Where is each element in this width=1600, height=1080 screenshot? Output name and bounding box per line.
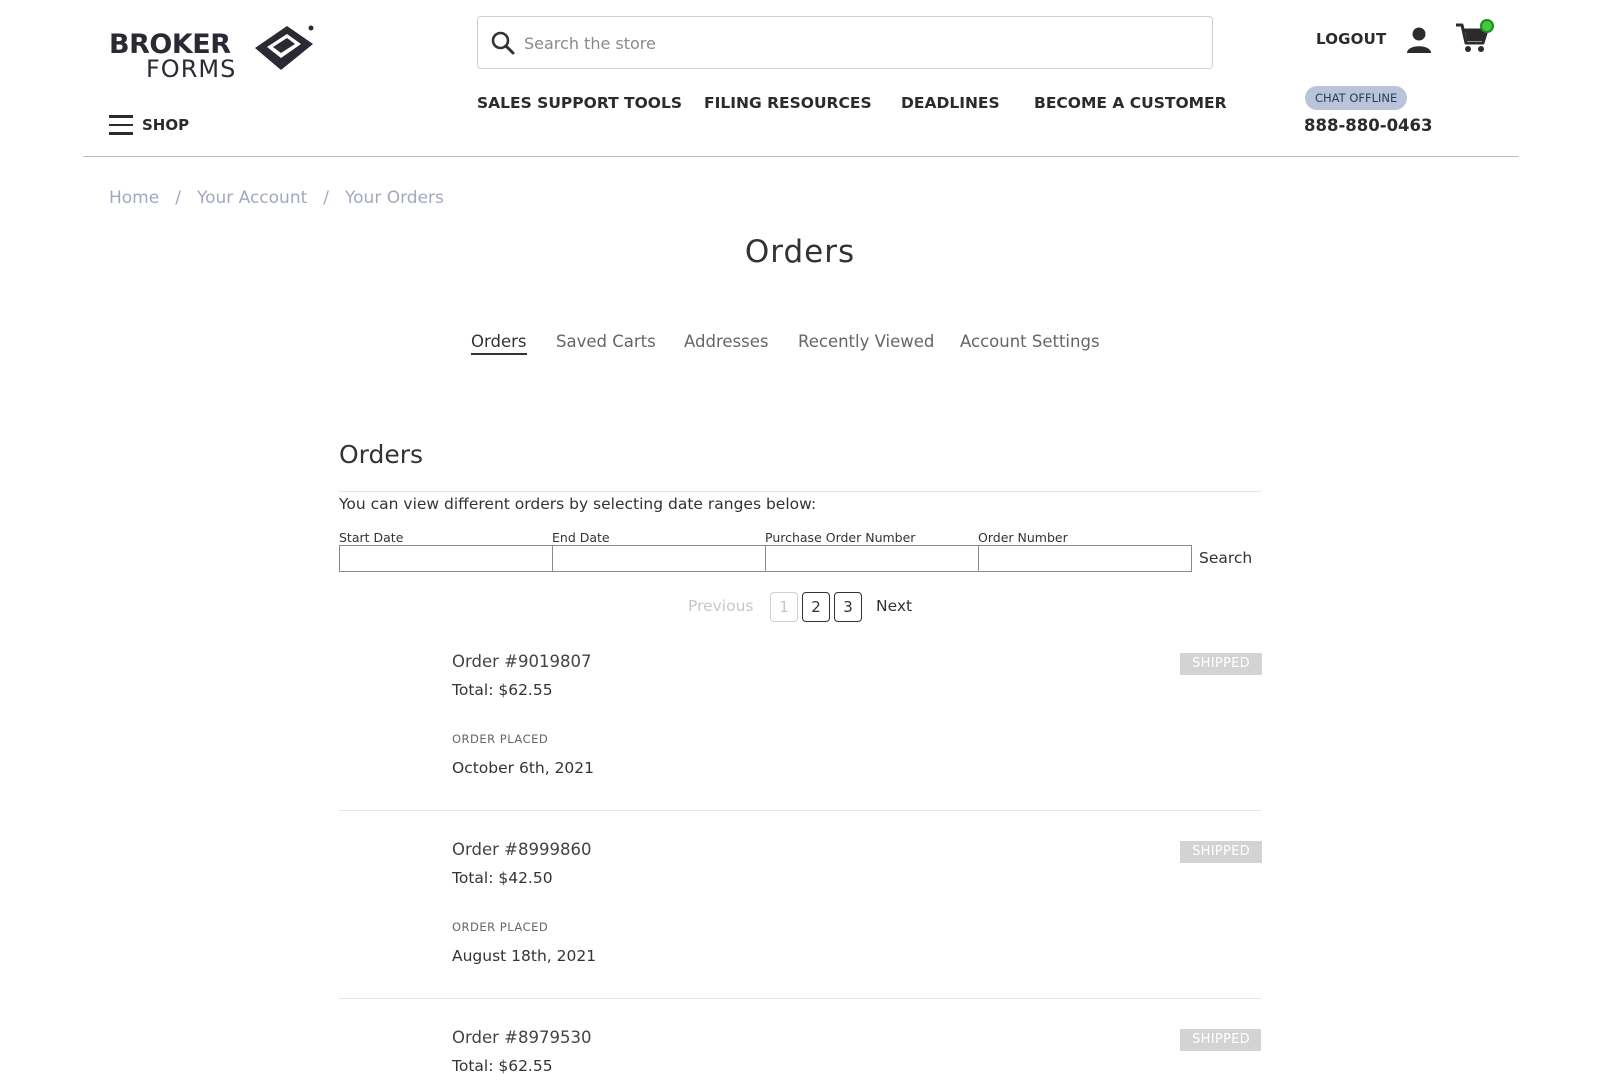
cart-status-dot — [1480, 19, 1494, 33]
nav-deadlines[interactable]: DEADLINES — [901, 94, 1000, 112]
order-placed-date: October 6th, 2021 — [452, 759, 595, 777]
orders-intro-text: You can view different orders by selecti… — [339, 495, 817, 513]
order-list-item[interactable]: Order #9019807 Total: $62.55 ORDER PLACE… — [339, 652, 1262, 812]
phone-number[interactable]: 888-880-0463 — [1304, 116, 1433, 135]
end-date-field[interactable] — [552, 545, 766, 572]
order-divider — [339, 810, 1261, 811]
pagination-page-2[interactable]: 2 — [802, 592, 830, 622]
order-number-field[interactable] — [978, 545, 1192, 572]
nav-become-a-customer[interactable]: BECOME A CUSTOMER — [1034, 94, 1227, 112]
chat-status-badge[interactable]: CHAT OFFLINE — [1305, 86, 1408, 110]
order-number[interactable]: Order #8999860 — [452, 840, 591, 859]
tab-addresses[interactable]: Addresses — [684, 332, 768, 351]
shop-menu-link[interactable]: SHOP — [142, 116, 189, 134]
tab-account-settings[interactable]: Account Settings — [960, 332, 1100, 351]
order-placed-date: August 18th, 2021 — [452, 947, 597, 965]
order-total: Total: $42.50 — [452, 869, 553, 887]
header-divider — [83, 156, 1519, 157]
breadcrumb: Home / Your Account / Your Orders — [109, 188, 444, 208]
breadcrumb-separator: / — [323, 188, 330, 208]
order-number-label: Order Number — [978, 530, 1068, 545]
order-number[interactable]: Order #8979530 — [452, 1028, 591, 1047]
end-date-label: End Date — [552, 530, 610, 545]
order-number[interactable]: Order #9019807 — [452, 652, 591, 671]
store-search — [477, 16, 1213, 69]
broker-forms-logo[interactable]: BROKER FORMS — [109, 22, 314, 86]
hamburger-menu-icon[interactable] — [109, 115, 133, 135]
po-number-label: Purchase Order Number — [765, 530, 916, 545]
order-status-badge: SHIPPED — [1180, 841, 1262, 863]
po-number-field[interactable] — [765, 545, 979, 572]
nav-sales-support-tools[interactable]: SALES SUPPORT TOOLS — [477, 94, 682, 112]
tab-saved-carts[interactable]: Saved Carts — [556, 332, 656, 351]
logo-text-forms: FORMS — [146, 55, 237, 83]
orders-divider — [339, 491, 1261, 492]
order-status-badge: SHIPPED — [1180, 653, 1262, 675]
filter-search-button[interactable]: Search — [1199, 549, 1252, 567]
order-list-item[interactable]: Order #8979530 Total: $62.55 SHIPPED — [339, 1028, 1261, 1080]
tab-orders[interactable]: Orders — [471, 332, 527, 355]
pagination-previous: Previous — [688, 597, 754, 615]
breadcrumb-separator: / — [175, 188, 181, 208]
tab-recently-viewed[interactable]: Recently Viewed — [798, 332, 934, 351]
order-list-item[interactable]: Order #8999860 Total: $42.50 ORDER PLACE… — [339, 840, 1262, 1000]
order-placed-label: ORDER PLACED — [452, 732, 549, 746]
start-date-label: Start Date — [339, 530, 404, 545]
start-date-field[interactable] — [339, 545, 553, 572]
logout-link[interactable]: LOGOUT — [1316, 30, 1386, 48]
pagination-page-1: 1 — [770, 592, 798, 622]
order-total: Total: $62.55 — [452, 681, 553, 699]
pagination-next[interactable]: Next — [876, 597, 912, 615]
order-status-badge: SHIPPED — [1180, 1029, 1261, 1051]
nav-filing-resources[interactable]: FILING RESOURCES — [704, 94, 872, 112]
site-header: BROKER FORMS LOGOUT SHOP SALES SUPPORT T… — [0, 0, 1600, 158]
page-title: Orders — [744, 234, 856, 270]
order-placed-label: ORDER PLACED — [452, 920, 549, 934]
search-input[interactable] — [524, 25, 1194, 61]
orders-section-heading: Orders — [339, 440, 424, 469]
account-icon[interactable] — [1405, 26, 1433, 54]
search-icon[interactable] — [490, 30, 516, 56]
breadcrumb-your-orders[interactable]: Your Orders — [345, 188, 444, 208]
logo-mark-icon — [255, 25, 314, 70]
breadcrumb-home[interactable]: Home — [109, 188, 159, 208]
breadcrumb-your-account[interactable]: Your Account — [197, 188, 307, 208]
order-total: Total: $62.55 — [452, 1057, 553, 1075]
order-divider — [339, 998, 1261, 999]
pagination-page-3[interactable]: 3 — [834, 592, 862, 622]
